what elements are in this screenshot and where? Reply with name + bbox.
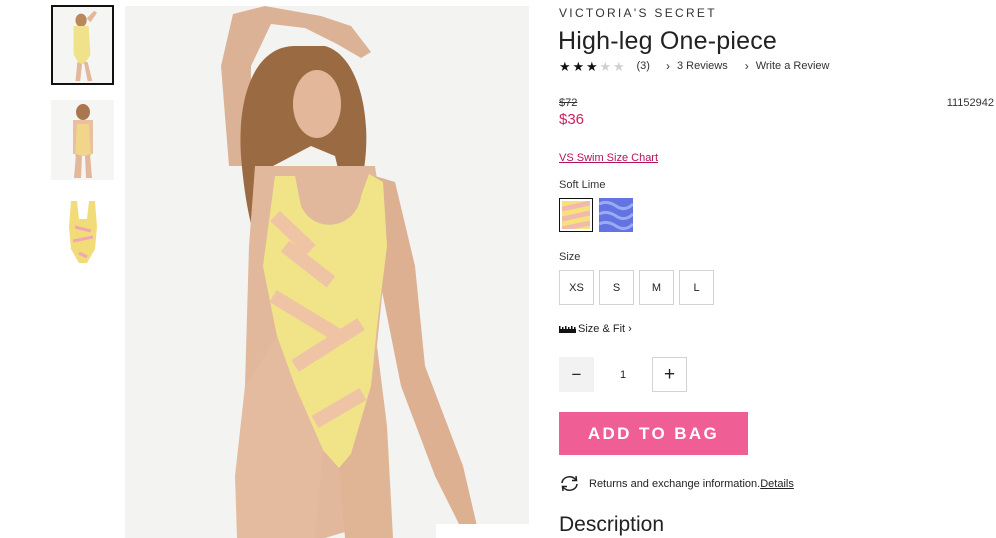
review-count: (3) (636, 60, 650, 72)
returns-details-link[interactable]: Details (760, 478, 794, 490)
quantity-decrease-button[interactable]: − (559, 357, 594, 392)
size-option-m[interactable]: M (639, 270, 674, 305)
chevron-right-icon: › (628, 323, 632, 335)
size-option-l[interactable]: L (679, 270, 714, 305)
quantity-value[interactable]: 1 (606, 357, 640, 392)
star-filled-icon: ★ (559, 58, 571, 74)
ruler-icon (559, 325, 576, 333)
product-sku: 11152942 (946, 97, 994, 109)
thumbnail-front[interactable] (51, 5, 114, 85)
chevron-right-icon: › (744, 59, 749, 73)
refresh-icon (561, 475, 578, 492)
brand-name: VICTORIA'S SECRET (559, 6, 717, 20)
thumbnail-product[interactable] (51, 197, 114, 277)
size-fit-label: Size & Fit (578, 323, 626, 335)
star-empty-icon: ★ (613, 58, 625, 74)
selected-color-label: Soft Lime (559, 179, 606, 191)
sale-price: $36 (559, 111, 585, 128)
rating-row: ★ ★ ★ ★ ★ (3) › 3 Reviews › Write a Revi… (559, 59, 829, 73)
size-option-xs[interactable]: XS (559, 270, 594, 305)
original-price: $72 (559, 97, 578, 109)
size-option-s[interactable]: S (599, 270, 634, 305)
star-filled-icon: ★ (572, 58, 585, 74)
description-heading: Description (559, 513, 665, 536)
size-label: Size (559, 251, 581, 263)
product-title: High-leg One-piece (558, 27, 777, 55)
add-to-bag-button[interactable]: ADD TO BAG (559, 412, 748, 455)
reviews-link-label: 3 Reviews (676, 60, 728, 72)
returns-info: Returns and exchange information. Detail… (559, 475, 794, 492)
soft-lime-swatch[interactable] (559, 198, 593, 232)
size-chart-link[interactable]: VS Swim Size Chart (559, 152, 658, 164)
star-filled-icon: ★ (586, 58, 598, 74)
thumbnail-back[interactable] (51, 100, 114, 180)
blue-swatch[interactable] (599, 198, 633, 232)
star-empty-icon: ★ (599, 58, 612, 74)
write-review-link[interactable]: › Write a Review (745, 59, 830, 73)
size-fit-link[interactable]: Size & Fit › (559, 323, 632, 335)
write-review-label: Write a Review (755, 60, 830, 72)
chevron-right-icon: › (665, 59, 670, 73)
star-rating: ★ ★ ★ ★ ★ (559, 60, 627, 73)
returns-text: Returns and exchange information. (589, 477, 761, 490)
product-hero-image (125, 6, 529, 538)
quantity-increase-button[interactable]: + (652, 357, 687, 392)
reviews-link[interactable]: › 3 Reviews (666, 59, 728, 73)
